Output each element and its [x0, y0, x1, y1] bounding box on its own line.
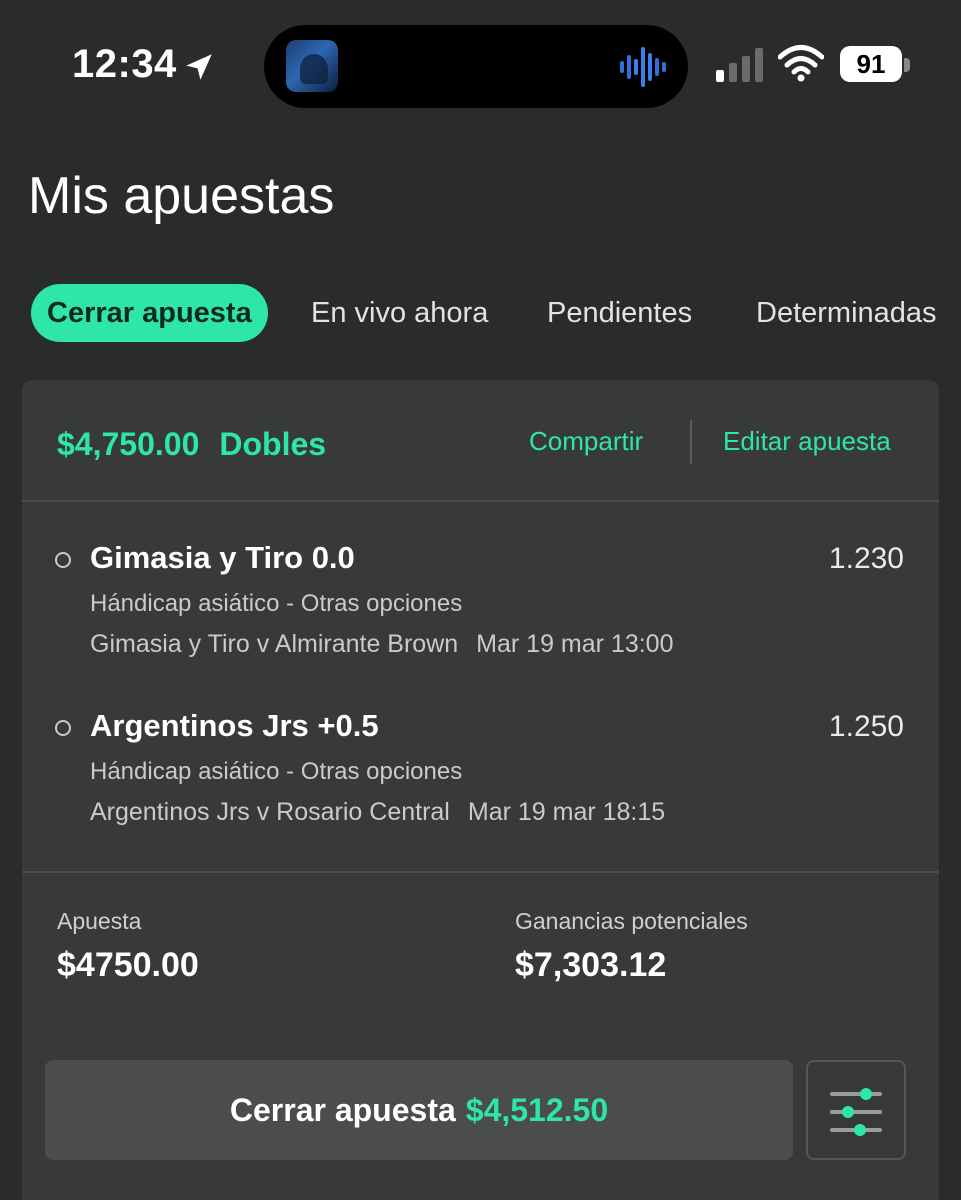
stake-value: $4750.00 — [57, 946, 199, 984]
cashout-settings-button[interactable] — [806, 1060, 906, 1160]
selection-market: Hándicap asiático - Otras opciones — [90, 590, 463, 617]
potential-returns-value: $7,303.12 — [515, 946, 667, 984]
selection-odds: 1.250 — [828, 710, 904, 743]
cashout-label: Cerrar apuesta — [229, 1092, 456, 1128]
cashout-amount: $4,512.50 — [465, 1092, 609, 1128]
share-button[interactable]: Compartir — [529, 426, 643, 457]
status-time: 12:34 — [72, 42, 177, 86]
selection-market: Hándicap asiático - Otras opciones — [90, 758, 463, 785]
bet-amount: $4,750.00 — [57, 426, 200, 462]
tab-cerrar-apuesta[interactable]: Cerrar apuesta — [31, 284, 268, 342]
selection-date: Mar 19 mar 18:15 — [467, 798, 666, 826]
stake-label: Apuesta — [57, 908, 142, 934]
page-title: Mis apuestas — [28, 167, 335, 225]
selection-event-info: Gimasia y Tiro v Almirante Brown Mar 19 m… — [90, 630, 674, 659]
location-arrow-icon — [186, 54, 212, 80]
selection-event: Argentinos Jrs v Rosario Central — [90, 798, 450, 826]
tab-en-vivo-ahora[interactable]: En vivo ahora — [311, 284, 488, 342]
bet-tabs: Cerrar apuesta En vivo ahora Pendientes … — [0, 284, 961, 342]
selection-event: Gimasia y Tiro v Almirante Brown — [90, 630, 459, 658]
summary-divider — [22, 871, 939, 873]
selection-status-icon — [55, 720, 71, 736]
cellular-signal-icon — [716, 48, 763, 82]
sliders-icon — [830, 1088, 882, 1136]
potential-returns-label: Ganancias potenciales — [515, 908, 748, 934]
battery-tip — [904, 58, 910, 72]
bet-card-header: $4,750.00 Dobles Compartir Editar apuesta — [22, 380, 939, 502]
cashout-button[interactable]: Cerrar apuesta $4,512.50 — [45, 1060, 793, 1160]
selection-status-icon — [55, 552, 71, 568]
album-art-icon[interactable] — [286, 40, 338, 92]
tab-pendientes[interactable]: Pendientes — [547, 284, 692, 342]
bet-card: $4,750.00 Dobles Compartir Editar apuesta… — [22, 380, 939, 1200]
edit-bet-button[interactable]: Editar apuesta — [723, 426, 891, 457]
bet-summary: $4,750.00 Dobles — [57, 426, 346, 463]
header-divider — [690, 420, 692, 464]
waveform-icon — [620, 47, 666, 87]
selection-odds: 1.230 — [828, 542, 904, 575]
battery-icon: 91 — [840, 46, 902, 82]
wifi-icon — [778, 45, 824, 82]
bet-type: Dobles — [219, 426, 327, 462]
selection-event-info: Argentinos Jrs v Rosario Central Mar 19 m… — [90, 798, 665, 827]
tab-determinadas[interactable]: Determinadas — [756, 284, 961, 342]
selection-name: Argentinos Jrs +0.5 — [90, 708, 379, 743]
selection-date: Mar 19 mar 13:00 — [476, 630, 674, 658]
selection-name: Gimasia y Tiro 0.0 — [90, 540, 355, 575]
dynamic-island[interactable] — [264, 25, 688, 108]
status-bar: 12:34 91 — [0, 0, 961, 130]
